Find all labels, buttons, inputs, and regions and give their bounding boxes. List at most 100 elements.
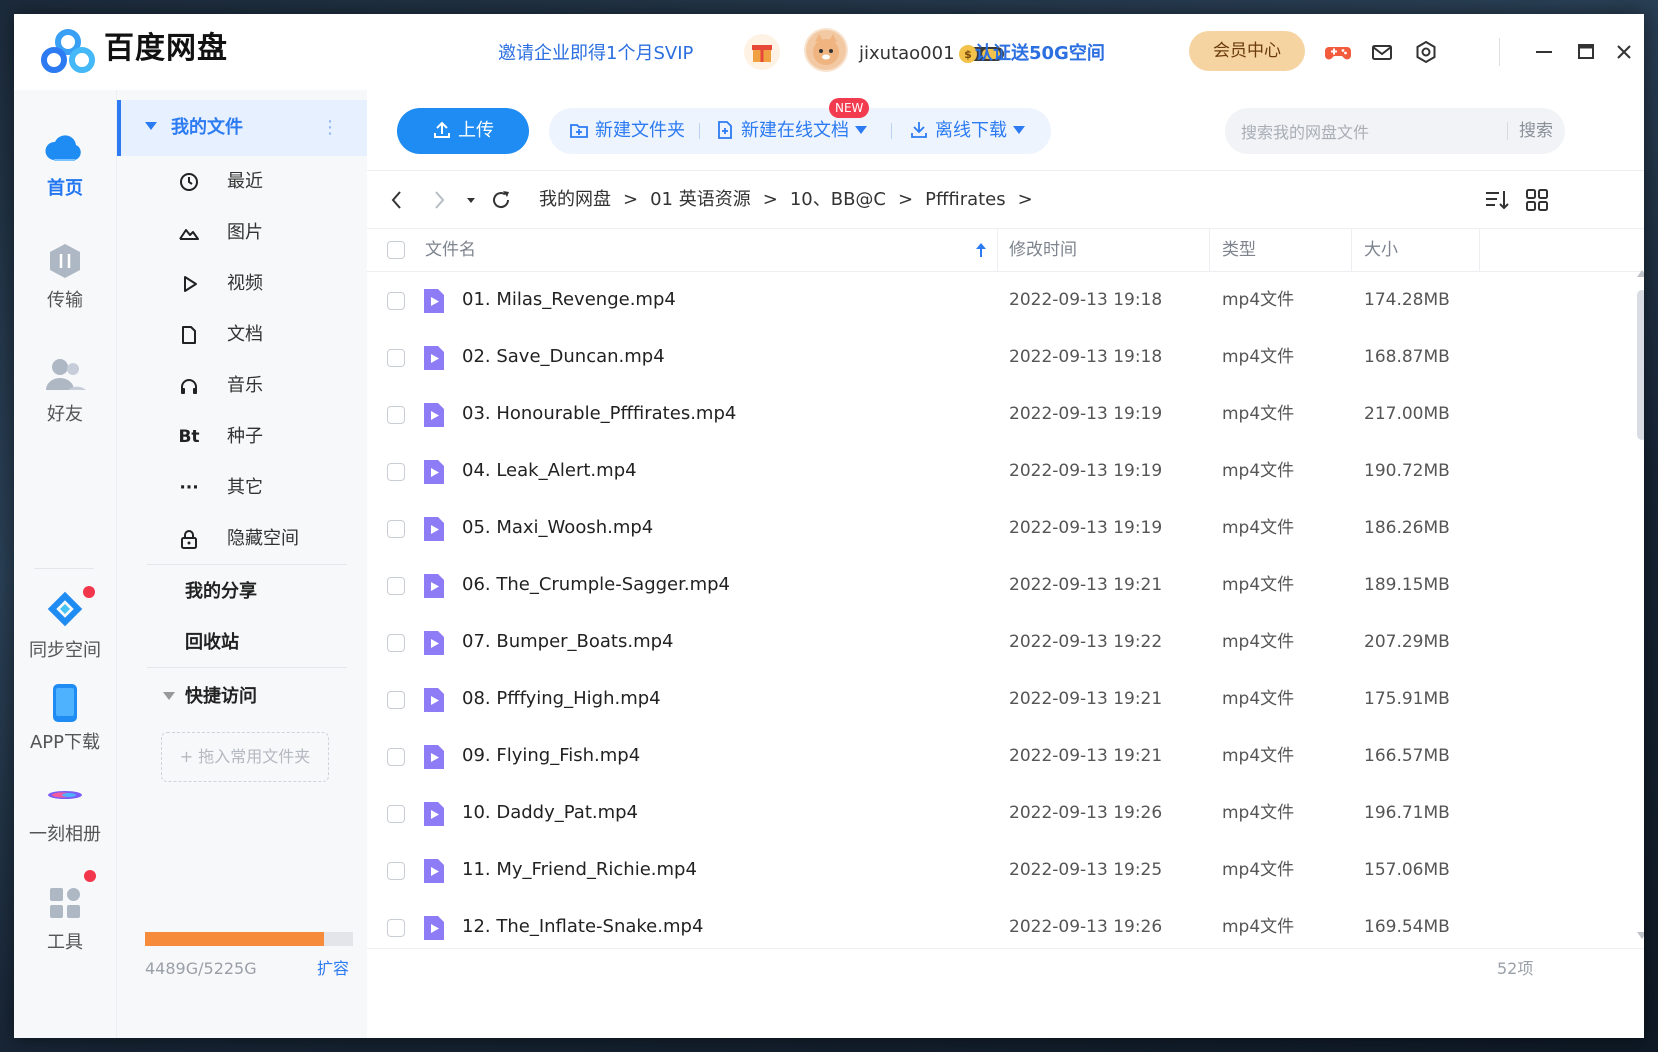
avatar[interactable]: [804, 28, 848, 72]
row-checkbox[interactable]: [387, 406, 405, 424]
file-name[interactable]: 10. Daddy_Pat.mp4: [462, 801, 638, 825]
file-name[interactable]: 11. My_Friend_Richie.mp4: [462, 858, 697, 882]
quick-access-drop-zone[interactable]: + 拖入常用文件夹: [161, 732, 329, 782]
file-name[interactable]: 12. The_Inflate-Snake.mp4: [462, 915, 703, 939]
sort-ascending-icon[interactable]: [973, 241, 989, 259]
breadcrumb-separator[interactable]: >: [1018, 189, 1033, 210]
sidebar-quick-access[interactable]: 快捷访问: [185, 685, 257, 709]
row-checkbox[interactable]: [387, 691, 405, 709]
grid-view-icon[interactable]: [1523, 186, 1551, 214]
row-checkbox[interactable]: [387, 862, 405, 880]
sidebar-item-torrents[interactable]: Bt 种子: [117, 417, 367, 457]
row-checkbox[interactable]: [387, 520, 405, 538]
storage-progress-bar: [145, 932, 353, 946]
video-file-icon: [424, 688, 444, 712]
file-name[interactable]: 01. Milas_Revenge.mp4: [462, 288, 676, 312]
file-name[interactable]: 05. Maxi_Woosh.mp4: [462, 516, 653, 540]
refresh-icon[interactable]: [489, 186, 513, 214]
chevron-down-icon[interactable]: [163, 692, 175, 700]
table-row[interactable]: 01. Milas_Revenge.mp4 2022-09-13 19:18 mp4…: [367, 272, 1547, 329]
nav-transfer[interactable]: 传输: [14, 238, 116, 312]
vip-center-button[interactable]: 会员中心: [1189, 31, 1305, 71]
table-row[interactable]: 03. Honourable_Pfffirates.mp4 2022-09-13 …: [367, 386, 1547, 443]
nav-home[interactable]: 首页: [14, 126, 116, 200]
breadcrumb-item[interactable]: 10、BB@C: [790, 189, 886, 210]
table-row[interactable]: 08. Pfffying_High.mp4 2022-09-13 19:21 mp4…: [367, 671, 1547, 728]
file-name[interactable]: 03. Honourable_Pfffirates.mp4: [462, 402, 736, 426]
breadcrumb-separator: >: [762, 189, 778, 210]
search-button[interactable]: 搜索: [1519, 108, 1553, 154]
row-checkbox[interactable]: [387, 634, 405, 652]
row-checkbox[interactable]: [387, 748, 405, 766]
row-checkbox[interactable]: [387, 919, 405, 937]
sidebar-item-documents[interactable]: 文档: [117, 315, 367, 355]
nav-friends[interactable]: 好友: [14, 352, 116, 426]
nav-album[interactable]: 一刻相册: [14, 772, 116, 846]
sidebar-my-share[interactable]: 我的分享: [185, 580, 257, 604]
sort-list-icon[interactable]: [1483, 186, 1511, 214]
table-row[interactable]: 11. My_Friend_Richie.mp4 2022-09-13 19:25…: [367, 842, 1547, 899]
column-header-modified[interactable]: 修改时间: [1009, 229, 1077, 271]
sidebar-item-others[interactable]: ··· 其它: [117, 468, 367, 508]
upload-button[interactable]: 上传: [397, 108, 529, 154]
file-name[interactable]: 06. The_Crumple-Sagger.mp4: [462, 573, 730, 597]
table-row[interactable]: 06. The_Crumple-Sagger.mp4 2022-09-13 19:…: [367, 557, 1547, 614]
table-row[interactable]: 02. Save_Duncan.mp4 2022-09-13 19:18 mp4文件…: [367, 329, 1547, 386]
file-name[interactable]: 07. Bumper_Boats.mp4: [462, 630, 674, 654]
row-checkbox[interactable]: [387, 349, 405, 367]
row-checkbox[interactable]: [387, 577, 405, 595]
sidebar-recycle-bin[interactable]: 回收站: [185, 631, 239, 655]
back-arrow-icon[interactable]: [385, 186, 409, 214]
certify-space-promo-link[interactable]: 认证送50G空间: [975, 42, 1105, 66]
offline-download-button[interactable]: 离线下载: [909, 108, 1025, 154]
table-row[interactable]: 05. Maxi_Woosh.mp4 2022-09-13 19:19 mp4文件 1…: [367, 500, 1547, 557]
breadcrumb-item[interactable]: 我的网盘: [539, 189, 611, 210]
row-checkbox[interactable]: [387, 805, 405, 823]
table-row[interactable]: 10. Daddy_Pat.mp4 2022-09-13 19:26 mp4文件 19…: [367, 785, 1547, 842]
table-row[interactable]: 07. Bumper_Boats.mp4 2022-09-13 19:22 mp4文…: [367, 614, 1547, 671]
nav-app-download[interactable]: APP下载: [14, 680, 116, 754]
select-all-checkbox[interactable]: [387, 241, 405, 259]
close-icon[interactable]: [1610, 38, 1638, 66]
sidebar-item-hidden-space[interactable]: 隐藏空间: [117, 519, 367, 559]
file-name[interactable]: 09. Flying_Fish.mp4: [462, 744, 640, 768]
sidebar-item-music[interactable]: 音乐: [117, 366, 367, 406]
minimize-icon[interactable]: [1530, 38, 1558, 66]
gift-button[interactable]: [744, 34, 780, 70]
sidebar-my-files[interactable]: 我的文件 ⋮: [117, 100, 367, 156]
nav-friends-label: 好友: [47, 404, 83, 425]
maximize-icon[interactable]: [1572, 38, 1600, 66]
scroll-up-arrow-icon[interactable]: [1637, 270, 1644, 277]
column-header-type[interactable]: 类型: [1222, 229, 1256, 271]
search-input[interactable]: [1239, 116, 1493, 148]
sidebar-item-images[interactable]: 图片: [117, 213, 367, 253]
gamepad-icon[interactable]: [1324, 38, 1352, 66]
scrollbar-thumb[interactable]: [1637, 290, 1644, 440]
new-folder-button[interactable]: 新建文件夹: [569, 108, 685, 154]
row-checkbox[interactable]: [387, 463, 405, 481]
settings-icon[interactable]: [1412, 38, 1440, 66]
table-row[interactable]: 09. Flying_Fish.mp4 2022-09-13 19:21 mp4文件…: [367, 728, 1547, 785]
forward-arrow-icon[interactable]: [427, 186, 451, 214]
file-name[interactable]: 04. Leak_Alert.mp4: [462, 459, 637, 483]
row-checkbox[interactable]: [387, 292, 405, 310]
file-name[interactable]: 08. Pfffying_High.mp4: [462, 687, 661, 711]
mail-icon[interactable]: [1368, 38, 1396, 66]
history-dropdown-icon[interactable]: [459, 186, 483, 214]
sidebar-item-recent[interactable]: 最近: [117, 162, 367, 202]
breadcrumb-item[interactable]: Pfffirates: [925, 189, 1006, 210]
file-type: mp4文件: [1222, 575, 1295, 595]
table-row[interactable]: 04. Leak_Alert.mp4 2022-09-13 19:19 mp4文件 1…: [367, 443, 1547, 500]
expand-storage-link[interactable]: 扩容: [317, 958, 349, 980]
nav-sync-space[interactable]: 同步空间: [14, 588, 116, 662]
username[interactable]: jixutao001: [859, 42, 955, 66]
file-name[interactable]: 02. Save_Duncan.mp4: [462, 345, 665, 369]
scroll-down-arrow-icon[interactable]: [1637, 932, 1644, 939]
more-vertical-icon[interactable]: ⋮: [321, 116, 339, 140]
breadcrumb-item[interactable]: 01 英语资源: [650, 189, 751, 210]
nav-tools[interactable]: 工具: [14, 880, 116, 954]
column-header-size[interactable]: 大小: [1364, 229, 1398, 271]
enterprise-svip-promo-link[interactable]: 邀请企业即得1个月SVIP: [498, 42, 693, 66]
column-header-name[interactable]: 文件名: [425, 229, 476, 271]
sidebar-item-videos[interactable]: 视频: [117, 264, 367, 304]
